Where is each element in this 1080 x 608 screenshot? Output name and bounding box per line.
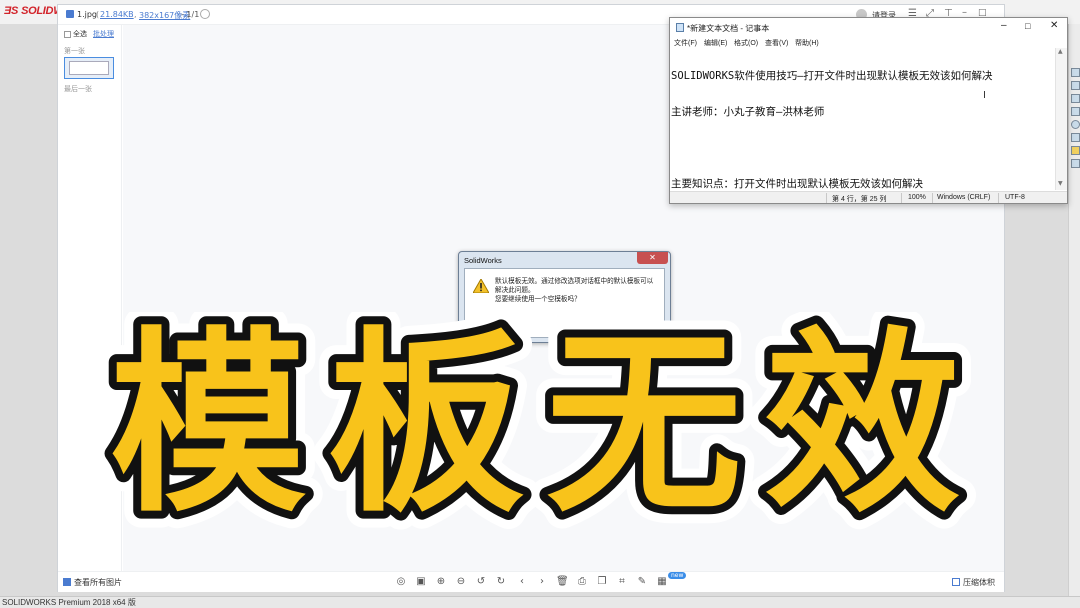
minimize-button[interactable]: – bbox=[1001, 20, 1007, 31]
line-ending: Windows (CRLF) bbox=[937, 194, 991, 201]
previous-icon[interactable]: ‹ bbox=[516, 576, 528, 588]
delete-icon[interactable]: 🗑 bbox=[556, 576, 569, 588]
notepad-statusbar: 第 4 行，第 25 列 100% Windows (CRLF) UTF-8 bbox=[670, 191, 1067, 203]
vertical-scrollbar[interactable]: ▲ ▼ bbox=[1055, 48, 1067, 190]
view-palette-icon[interactable] bbox=[1071, 120, 1080, 129]
crop-icon[interactable]: ⌗ bbox=[616, 576, 628, 588]
warning-icon bbox=[473, 279, 489, 293]
maximize-button[interactable]: □ bbox=[1025, 21, 1030, 31]
zoom-level: 100% bbox=[908, 194, 926, 201]
solidworks-statusbar: SOLIDWORKS Premium 2018 x64 版 bbox=[0, 596, 1080, 608]
compress-icon bbox=[952, 578, 960, 586]
notepad-window: *新建文本文档 - 记事本 – □ ✕ 文件(F) 编辑(E) 格式(O) 查看… bbox=[669, 17, 1068, 204]
file-size[interactable]: 21.84KB bbox=[100, 10, 134, 19]
image-file-icon bbox=[66, 10, 74, 18]
close-button[interactable]: ✕ bbox=[1050, 20, 1058, 31]
notepad-icon bbox=[676, 23, 684, 32]
mouse-icon[interactable]: ◎ bbox=[395, 576, 407, 588]
grid-icon bbox=[63, 578, 71, 586]
text-line bbox=[671, 142, 1055, 154]
custom-properties-icon[interactable] bbox=[1071, 146, 1080, 155]
status-text: SOLIDWORKS Premium 2018 x64 版 bbox=[2, 598, 136, 607]
page-counter: - 1/1 bbox=[181, 10, 200, 19]
notepad-text-area[interactable]: SOLIDWORKS软件使用技巧—打开文件时出现默认模板无效该如何解决 主讲老师… bbox=[671, 46, 1055, 190]
thumbnail-image[interactable] bbox=[64, 57, 114, 79]
select-all-label[interactable]: 全选 bbox=[73, 29, 87, 39]
caption-text: 模板无效 bbox=[110, 312, 982, 532]
rotate-left-icon[interactable]: ↺ bbox=[475, 576, 487, 588]
dialog-message: 默认模板无效。通过修改选项对话框中的默认模板可以 解决此问题。 您要继续使用一个… bbox=[495, 278, 654, 303]
home-icon[interactable] bbox=[1071, 68, 1080, 77]
text-line: 主要知识点：打开文件时出现默认模板无效该如何解决 bbox=[671, 178, 923, 190]
apps-icon[interactable]: ▦ bbox=[656, 576, 668, 588]
compress-button[interactable]: 压缩体积 bbox=[963, 577, 995, 588]
first-image-label: 第一张 bbox=[64, 47, 85, 55]
new-badge: new bbox=[668, 572, 687, 579]
text-cursor-icon: I bbox=[983, 90, 986, 101]
design-library-icon[interactable] bbox=[1071, 94, 1080, 103]
next-icon[interactable]: › bbox=[536, 576, 548, 588]
text-line: 主讲老师：小丸子教育—洪林老师 bbox=[671, 106, 825, 118]
zoom-in-icon[interactable]: ⊕ bbox=[435, 576, 447, 588]
copy-icon[interactable]: ❐ bbox=[596, 576, 608, 588]
batch-process-link[interactable]: 批处理 bbox=[93, 29, 114, 39]
print-icon[interactable]: ⎙ bbox=[576, 576, 588, 588]
select-all-checkbox[interactable] bbox=[64, 31, 71, 38]
edit-icon[interactable]: ✎ bbox=[636, 576, 648, 588]
forum-icon[interactable] bbox=[1071, 159, 1080, 168]
notepad-title: *新建文本文档 - 记事本 bbox=[687, 24, 770, 33]
notepad-titlebar: *新建文本文档 - 记事本 – □ ✕ bbox=[670, 18, 1067, 37]
caption-overlay: 模板无效 模板无效 模板无效 bbox=[96, 312, 982, 532]
cloud-icon[interactable] bbox=[200, 9, 210, 19]
actual-size-icon[interactable]: ▣ bbox=[415, 576, 427, 588]
zoom-out-icon[interactable]: ⊖ bbox=[455, 576, 467, 588]
resources-icon[interactable] bbox=[1071, 81, 1080, 90]
file-explorer-icon[interactable] bbox=[1071, 107, 1080, 116]
encoding: UTF-8 bbox=[1005, 194, 1025, 201]
dialog-close-button[interactable]: ✕ bbox=[637, 252, 668, 264]
view-all-button[interactable]: 查看所有图片 bbox=[74, 577, 122, 588]
rotate-right-icon[interactable]: ↻ bbox=[495, 576, 507, 588]
file-name: 1.jpg bbox=[77, 10, 98, 19]
appearances-icon[interactable] bbox=[1071, 133, 1080, 142]
viewer-toolbar: 查看所有图片 ◎ ▣ ⊕ ⊖ ↺ ↻ ‹ › 🗑 ⎙ ❐ ⌗ ✎ ▦ new 压… bbox=[58, 571, 1004, 592]
dialog-title: SolidWorks bbox=[464, 256, 502, 265]
text-line: SOLIDWORKS软件使用技巧—打开文件时出现默认模板无效该如何解决 bbox=[671, 70, 993, 82]
cursor-position: 第 4 行，第 25 列 bbox=[832, 196, 887, 203]
solidworks-taskpane-strip bbox=[1068, 24, 1080, 596]
last-image-label: 最后一张 bbox=[64, 85, 92, 93]
